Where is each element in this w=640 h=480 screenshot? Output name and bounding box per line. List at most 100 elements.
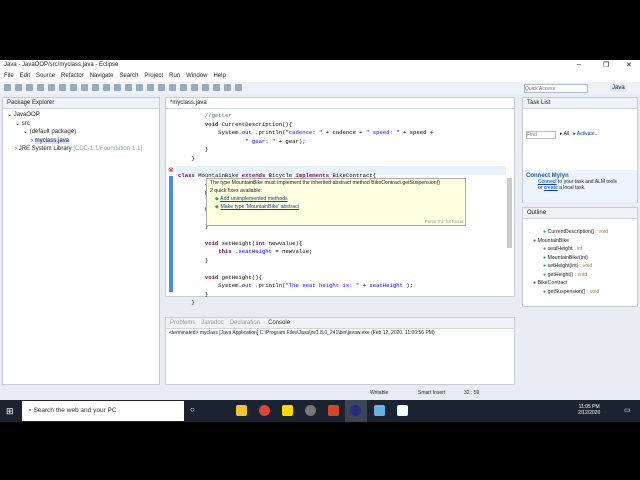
tree-item-file[interactable]: › myclass.java bbox=[7, 137, 155, 146]
title-bar: Java - JavaOOP/src/myclass.java - Eclips… bbox=[0, 60, 640, 72]
code-token: } bbox=[178, 146, 209, 153]
outline-item[interactable]: ● getHeight() : void bbox=[523, 271, 637, 280]
status-writable: Writable bbox=[370, 390, 389, 396]
toolbar-button-icon[interactable] bbox=[59, 84, 66, 91]
toolbar-button-icon[interactable] bbox=[26, 84, 33, 91]
toolbar-button-icon[interactable] bbox=[191, 84, 198, 91]
menu-refactor[interactable]: Refactor bbox=[61, 73, 84, 81]
package-explorer-tab[interactable]: Package Explorer bbox=[3, 98, 159, 109]
quickfix-add-methods[interactable]: Add unimplemented methods bbox=[220, 196, 287, 202]
sticky-notes-icon[interactable] bbox=[282, 405, 293, 416]
chrome-icon[interactable] bbox=[259, 405, 270, 416]
tab-problems[interactable]: Problems bbox=[170, 320, 195, 326]
toolbar-button-icon[interactable] bbox=[81, 84, 88, 91]
menu-window[interactable]: Window bbox=[186, 73, 207, 81]
editor[interactable]: *myclass.java ⊗ //getter void CurrentDes… bbox=[165, 97, 515, 306]
code-token: } bbox=[178, 256, 209, 264]
toolbar-button-icon[interactable] bbox=[125, 84, 132, 91]
toolbar-button-icon[interactable] bbox=[235, 84, 242, 91]
toolbar-button-icon[interactable] bbox=[136, 84, 143, 91]
outline-item-icon: ● bbox=[543, 246, 547, 252]
toolbar-button-icon[interactable] bbox=[147, 84, 154, 91]
toolbar-button-icon[interactable] bbox=[224, 84, 231, 91]
menu-project[interactable]: Project bbox=[144, 73, 163, 81]
minimize-button[interactable]: – bbox=[577, 61, 581, 68]
outline-tab[interactable]: Outline bbox=[523, 208, 637, 219]
code-line: } bbox=[178, 291, 433, 300]
code-line: System.out .println("The seat height is:… bbox=[178, 282, 433, 291]
toolbar-button-icon[interactable] bbox=[70, 84, 77, 91]
menu-help[interactable]: Help bbox=[213, 73, 225, 81]
outline-item-icon: ● bbox=[543, 229, 547, 235]
toolbar-button-icon[interactable] bbox=[158, 84, 165, 91]
close-button[interactable]: ✕ bbox=[626, 61, 632, 69]
outline-item[interactable]: ● getSuspension() : void bbox=[523, 288, 637, 297]
notifications-icon[interactable]: ▭ bbox=[624, 406, 631, 414]
find-input[interactable] bbox=[526, 131, 556, 139]
change-ruler bbox=[169, 176, 173, 292]
obs-icon[interactable] bbox=[305, 405, 316, 416]
toolbar-button-icon[interactable] bbox=[48, 84, 55, 91]
toolbar-button-icon[interactable] bbox=[92, 84, 99, 91]
outline-item[interactable]: ● MountainBike bbox=[523, 237, 637, 246]
quick-access-input[interactable] bbox=[524, 84, 588, 93]
create-link[interactable]: create bbox=[544, 185, 558, 191]
clock[interactable]: 11:05 PM 2/12/2020 bbox=[578, 404, 600, 416]
toolbar-button-icon[interactable] bbox=[15, 84, 22, 91]
outline-item-icon: ● bbox=[543, 271, 547, 278]
menu-search[interactable]: Search bbox=[119, 73, 138, 81]
mylyn-banner: Connect Mylyn Connect to your task and A… bbox=[523, 170, 637, 202]
menu-run[interactable]: Run bbox=[169, 73, 180, 81]
quickfix-make-abstract[interactable]: Make type 'MountainBike' abstract bbox=[220, 204, 299, 210]
menu-navigate[interactable]: Navigate bbox=[90, 73, 114, 81]
tree-item-src[interactable]: ⌄ src bbox=[7, 120, 155, 129]
menu-edit[interactable]: Edit bbox=[20, 73, 30, 81]
powerpoint-icon[interactable] bbox=[328, 405, 339, 416]
taskbar-search[interactable]: ⌕ Search the web and your PC bbox=[22, 401, 184, 421]
tree-item-project[interactable]: ⌄ JavaOOP bbox=[7, 111, 155, 120]
toolbar-button-icon[interactable] bbox=[37, 84, 44, 91]
maximize-button[interactable]: ❐ bbox=[603, 61, 609, 69]
toolbar-button-icon[interactable] bbox=[213, 84, 220, 91]
outline-item[interactable]: ● BikeContract bbox=[523, 279, 637, 288]
tree-item-jre[interactable]: › JRE System Library [CDC-1.1/Foundation… bbox=[7, 145, 155, 154]
code-token: .println( bbox=[251, 129, 286, 136]
menu-source[interactable]: Source bbox=[36, 73, 55, 81]
file-explorer-icon[interactable] bbox=[236, 405, 247, 416]
toolbar-button-icon[interactable] bbox=[180, 84, 187, 91]
outline-item[interactable]: ● CurrentDescription() : void bbox=[523, 228, 637, 237]
all-link[interactable]: ▸ All bbox=[560, 131, 569, 139]
code-token: newValue){ bbox=[268, 239, 303, 247]
toolbar-button-icon[interactable] bbox=[4, 84, 11, 91]
movie-maker-icon[interactable] bbox=[397, 405, 408, 416]
windows-start-icon[interactable]: ⊞ bbox=[6, 406, 14, 417]
toolbar-button-icon[interactable] bbox=[202, 84, 209, 91]
tab-console[interactable]: Console bbox=[266, 320, 293, 326]
code-line: } bbox=[178, 146, 433, 155]
cortana-icon[interactable]: ○ bbox=[190, 405, 195, 414]
status-cursor-position: 32 : 59 bbox=[464, 390, 480, 396]
outline-item[interactable]: ● seatHeight : int bbox=[523, 245, 637, 254]
toolbar-button-icon[interactable] bbox=[169, 84, 176, 91]
task-list-tab[interactable]: Task List bbox=[523, 98, 637, 109]
menu-file[interactable]: File bbox=[4, 73, 14, 81]
code-line: this .seatHeight = newValue; bbox=[178, 248, 433, 257]
activate-link[interactable]: ▸ Activate... bbox=[573, 131, 599, 139]
tab-declaration[interactable]: Declaration bbox=[230, 320, 260, 326]
outline-item[interactable]: ● MountainBike(int) bbox=[523, 254, 637, 263]
error-icon: ⊗ bbox=[168, 167, 174, 174]
package-explorer: Package Explorer ⌄ JavaOOP ⌄ src ⌄ (defa… bbox=[2, 97, 160, 385]
app-icon[interactable] bbox=[374, 405, 385, 416]
outline-item[interactable]: ● setHeight(int) : void bbox=[523, 262, 637, 271]
toolbar-button-icon[interactable] bbox=[103, 84, 110, 91]
eclipse-taskbar-active[interactable] bbox=[345, 400, 367, 422]
editor-tab[interactable]: *myclass.java bbox=[166, 98, 514, 109]
toolbar-button-icon[interactable] bbox=[114, 84, 121, 91]
tree-item-package[interactable]: ⌄ (default package) bbox=[7, 128, 155, 137]
code-token: } bbox=[178, 299, 195, 306]
tab-javadoc[interactable]: Javadoc bbox=[201, 320, 223, 326]
code-token: " speed: " bbox=[366, 129, 400, 136]
java-perspective-button[interactable]: Java bbox=[610, 84, 627, 92]
editor-scrollbar[interactable] bbox=[507, 178, 512, 248]
